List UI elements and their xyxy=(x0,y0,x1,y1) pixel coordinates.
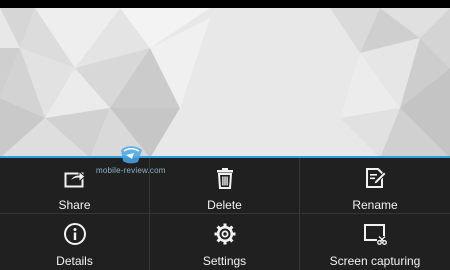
menu-item-delete[interactable]: Delete xyxy=(150,158,300,214)
gear-icon xyxy=(213,222,237,246)
info-icon xyxy=(63,222,87,246)
polygon-wallpaper-graphic xyxy=(0,8,450,158)
wallpaper-image xyxy=(0,8,450,158)
menu-item-label: Details xyxy=(56,254,93,268)
menu-item-rename[interactable]: Rename xyxy=(300,158,450,214)
menu-item-details[interactable]: Details xyxy=(0,214,150,270)
status-bar xyxy=(0,0,450,8)
menu-item-screen-capturing[interactable]: Screen capturing xyxy=(300,214,450,270)
screen: Share Delete Rename Details Settings Scr… xyxy=(0,0,450,270)
menu-item-label: Settings xyxy=(202,254,247,268)
screen-capture-icon xyxy=(363,222,387,246)
menu-item-label: Delete xyxy=(207,198,242,212)
share-icon xyxy=(63,166,87,190)
menu-item-share[interactable]: Share xyxy=(0,158,150,214)
menu-item-label: Share xyxy=(58,198,91,212)
edit-icon xyxy=(363,166,387,190)
options-menu: Share Delete Rename Details Settings Scr… xyxy=(0,158,450,270)
menu-item-label: Rename xyxy=(352,198,398,212)
menu-item-label: Screen capturing xyxy=(329,254,421,268)
menu-item-settings[interactable]: Settings xyxy=(150,214,300,270)
trash-icon xyxy=(213,166,237,190)
